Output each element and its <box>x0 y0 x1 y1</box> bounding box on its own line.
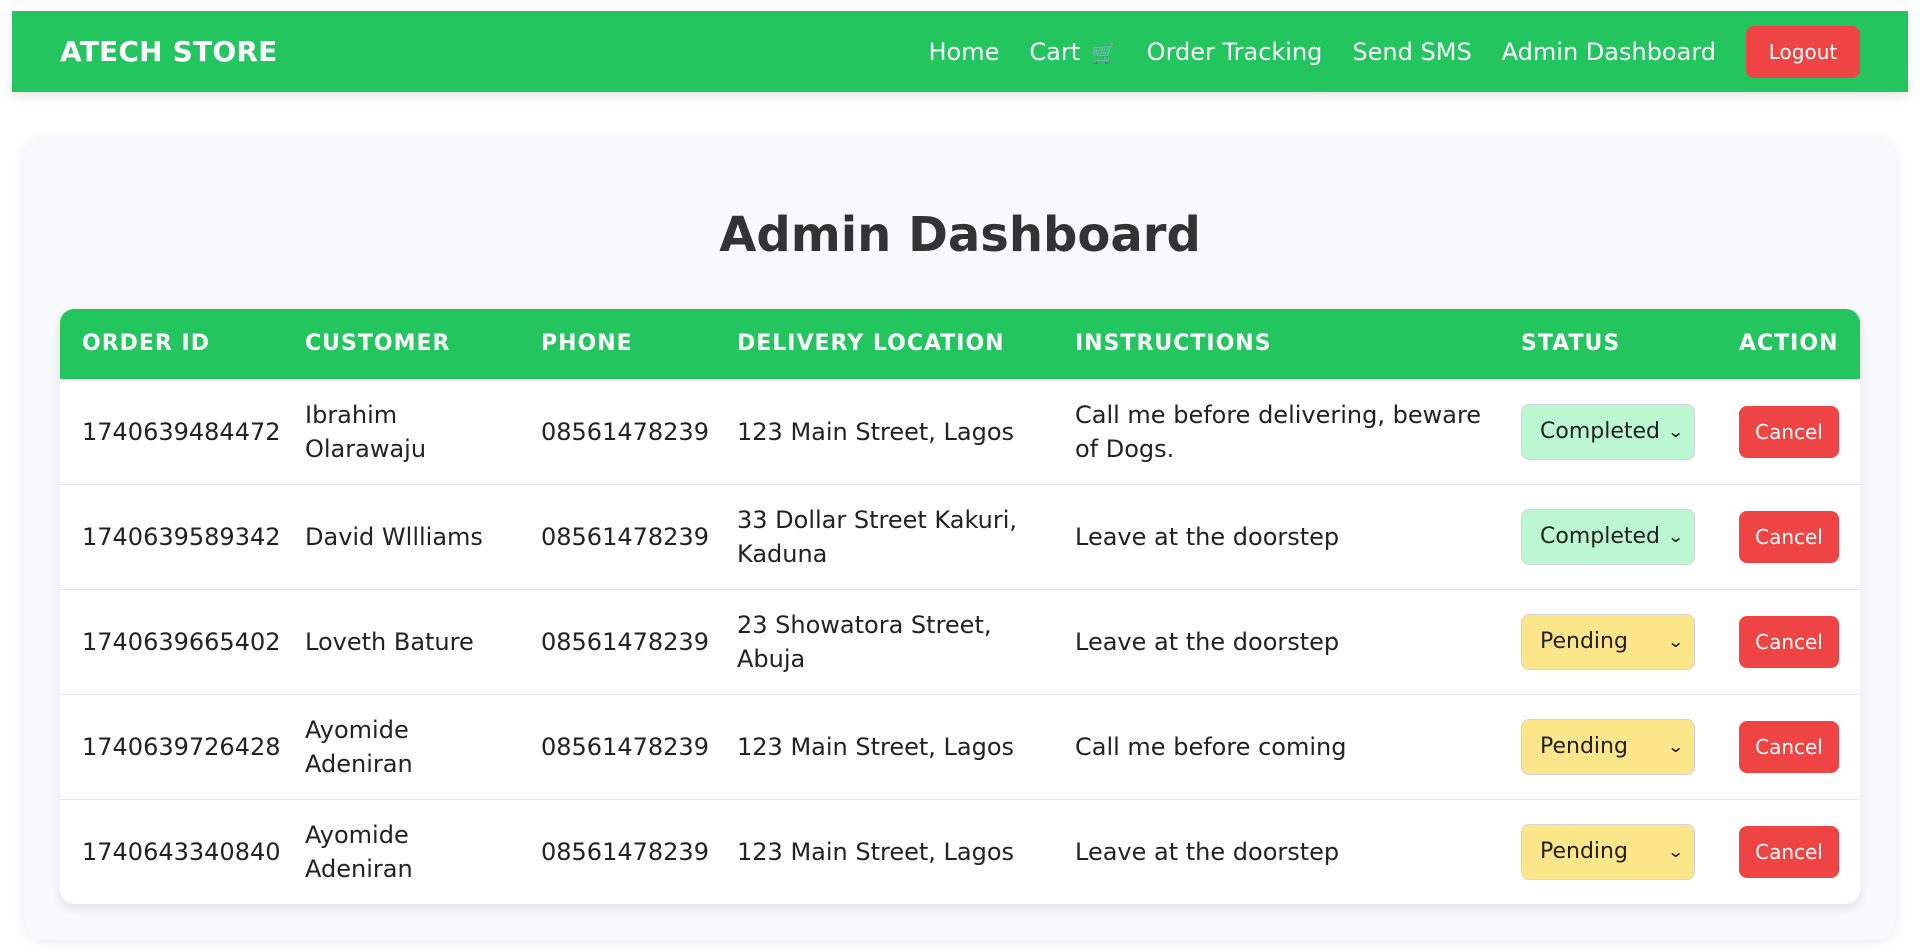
nav-link-order-tracking[interactable]: Order Tracking <box>1147 38 1323 66</box>
orders-table-container: ORDER ID CUSTOMER PHONE DELIVERY LOCATIO… <box>60 309 1860 904</box>
orders-table: ORDER ID CUSTOMER PHONE DELIVERY LOCATIO… <box>60 309 1860 904</box>
top-navbar: ATECH STORE Home Cart 🛒 Order Tracking S… <box>12 11 1908 92</box>
table-row: 1740639726428 Ayomide Adeniran 085614782… <box>60 694 1860 799</box>
nav-link-send-sms[interactable]: Send SMS <box>1352 38 1471 66</box>
instructions-cell: Leave at the doorstep <box>1075 627 1340 656</box>
cancel-button[interactable]: Cancel <box>1739 405 1839 458</box>
status-value: Pending <box>1540 838 1628 864</box>
location-cell: 23 Showatora Street, Abuja <box>737 610 992 673</box>
table-row: 1740643340840 Ayomide Adeniran 085614782… <box>60 799 1860 904</box>
phone-cell: 08561478239 <box>541 627 709 656</box>
cancel-button[interactable]: Cancel <box>1739 615 1839 668</box>
header-instructions: INSTRUCTIONS <box>1075 331 1272 357</box>
brand-logo[interactable]: ATECH STORE <box>60 35 277 68</box>
chevron-down-icon: ⌄ <box>1666 526 1685 546</box>
location-cell: 123 Main Street, Lagos <box>737 732 1015 761</box>
status-select[interactable]: Completed ⌄ <box>1521 508 1695 565</box>
instructions-cell: Leave at the doorstep <box>1075 522 1340 551</box>
status-select[interactable]: Completed ⌄ <box>1521 403 1695 460</box>
phone-cell: 08561478239 <box>541 732 709 761</box>
status-select[interactable]: Pending ⌄ <box>1521 823 1695 880</box>
instructions-cell: Call me before delivering, beware of Dog… <box>1075 400 1482 463</box>
header-delivery-location: DELIVERY LOCATION <box>737 331 1005 357</box>
order-id-cell: 1740643340840 <box>82 837 281 866</box>
header-customer: CUSTOMER <box>305 331 451 357</box>
order-id-cell: 1740639484472 <box>82 417 281 446</box>
status-select[interactable]: Pending ⌄ <box>1521 718 1695 775</box>
logout-button[interactable]: Logout <box>1746 25 1860 78</box>
status-select[interactable]: Pending ⌄ <box>1521 613 1695 670</box>
nav-link-cart[interactable]: Cart 🛒 <box>1029 38 1116 66</box>
header-status: STATUS <box>1521 331 1621 357</box>
status-cell: Pending ⌄ <box>1499 694 1717 799</box>
customer-cell: Ibrahim Olarawaju <box>305 400 427 463</box>
action-cell: Cancel <box>1717 799 1860 904</box>
cancel-button[interactable]: Cancel <box>1739 720 1839 773</box>
chevron-down-icon: ⌄ <box>1666 841 1685 861</box>
action-cell: Cancel <box>1717 379 1860 484</box>
page-title: Admin Dashboard <box>719 207 1201 263</box>
cart-icon: 🛒 <box>1091 40 1117 65</box>
location-cell: 123 Main Street, Lagos <box>737 417 1015 446</box>
header-order-id: ORDER ID <box>82 331 210 357</box>
instructions-cell: Leave at the doorstep <box>1075 837 1340 866</box>
customer-cell: Ayomide Adeniran <box>305 715 413 778</box>
status-value: Completed <box>1540 523 1660 549</box>
nav-links: Home Cart 🛒 Order Tracking Send SMS Admi… <box>929 25 1860 78</box>
phone-cell: 08561478239 <box>541 837 709 866</box>
order-id-cell: 1740639665402 <box>82 627 281 656</box>
status-value: Pending <box>1540 733 1628 759</box>
header-action: ACTION <box>1739 331 1839 357</box>
location-cell: 123 Main Street, Lagos <box>737 837 1015 866</box>
status-cell: Pending ⌄ <box>1499 589 1717 694</box>
dashboard-card: Admin Dashboard ORDER ID CUSTOMER PHONE … <box>24 137 1896 940</box>
nav-link-cart-label: Cart <box>1029 37 1081 66</box>
nav-link-home[interactable]: Home <box>929 38 1000 66</box>
status-cell: Pending ⌄ <box>1499 799 1717 904</box>
action-cell: Cancel <box>1717 484 1860 589</box>
table-row: 1740639665402 Loveth Bature 08561478239 … <box>60 589 1860 694</box>
cancel-button[interactable]: Cancel <box>1739 510 1839 563</box>
chevron-down-icon: ⌄ <box>1666 421 1685 441</box>
chevron-down-icon: ⌄ <box>1666 736 1685 756</box>
status-value: Pending <box>1540 628 1628 654</box>
cancel-button[interactable]: Cancel <box>1739 825 1839 878</box>
order-id-cell: 1740639589342 <box>82 522 281 551</box>
action-cell: Cancel <box>1717 589 1860 694</box>
status-cell: Completed ⌄ <box>1499 379 1717 484</box>
action-cell: Cancel <box>1717 694 1860 799</box>
table-row: 1740639484472 Ibrahim Olarawaju 08561478… <box>60 379 1860 484</box>
customer-cell: David Wllliams <box>305 522 483 551</box>
location-cell: 33 Dollar Street Kakuri, Kaduna <box>737 505 1017 568</box>
phone-cell: 08561478239 <box>541 417 709 446</box>
phone-cell: 08561478239 <box>541 522 709 551</box>
status-value: Completed <box>1540 418 1660 444</box>
status-cell: Completed ⌄ <box>1499 484 1717 589</box>
chevron-down-icon: ⌄ <box>1666 631 1685 651</box>
nav-link-admin-dashboard[interactable]: Admin Dashboard <box>1502 38 1716 66</box>
instructions-cell: Call me before coming <box>1075 732 1347 761</box>
table-row: 1740639589342 David Wllliams 08561478239… <box>60 484 1860 589</box>
customer-cell: Ayomide Adeniran <box>305 820 413 883</box>
customer-cell: Loveth Bature <box>305 627 474 656</box>
table-header-row: ORDER ID CUSTOMER PHONE DELIVERY LOCATIO… <box>60 309 1860 379</box>
header-phone: PHONE <box>541 331 633 357</box>
order-id-cell: 1740639726428 <box>82 732 281 761</box>
